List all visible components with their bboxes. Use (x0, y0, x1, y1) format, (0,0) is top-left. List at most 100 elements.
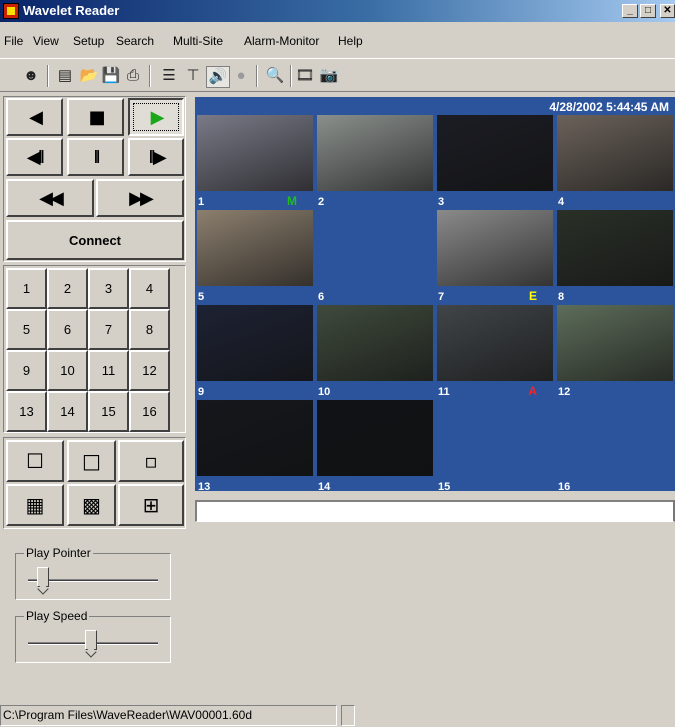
camera-number: 2 (318, 196, 325, 208)
camera-cell-2[interactable]: 2 (315, 113, 435, 210)
single-medium-view-button[interactable]: □ (67, 440, 116, 482)
camera-number: 16 (558, 481, 571, 493)
camera-cell-13[interactable]: 13 (195, 398, 315, 495)
grid-9-view-button[interactable]: ▩ (67, 484, 116, 526)
play-pointer-slider[interactable] (37, 567, 50, 587)
channel-button-1[interactable]: 1 (6, 268, 47, 309)
grid-16-view-button[interactable]: ▦ (6, 484, 64, 526)
channel-button-14[interactable]: 14 (47, 391, 88, 432)
camera-icon[interactable]: 📷 (318, 66, 340, 86)
camera-cell-15[interactable]: 15 (435, 398, 555, 495)
filter-icon[interactable]: ⊤ (182, 66, 204, 86)
camera-feed-12 (557, 305, 673, 381)
connect-icon[interactable]: ☻ (20, 66, 42, 86)
camera-cell-7[interactable]: 7E (435, 208, 555, 305)
channel-button-13[interactable]: 13 (6, 391, 47, 432)
camera-cell-3[interactable]: 3 (435, 113, 555, 210)
camera-feed-3 (437, 115, 553, 191)
camera-cell-12[interactable]: 12 (555, 303, 675, 400)
maximize-button[interactable]: □ (640, 4, 656, 18)
single-large-view-icon: ☐ (26, 449, 44, 473)
channel-button-6[interactable]: 6 (47, 309, 88, 350)
camera-cell-4[interactable]: 4 (555, 113, 675, 210)
channel-button-9[interactable]: 9 (6, 350, 47, 391)
step-back-button[interactable]: ◀II (6, 138, 63, 176)
channel-button-7[interactable]: 7 (88, 309, 129, 350)
stop-button[interactable]: ■ (67, 98, 124, 136)
channel-button-12[interactable]: 12 (129, 350, 170, 391)
audio-icon[interactable]: 🔊 (206, 66, 230, 88)
status-file-path: C:\Program Files\WaveReader\WAV00001.60d (0, 705, 337, 726)
camera-cell-8[interactable]: 8 (555, 208, 675, 305)
grid-4-view-icon: ⊞ (142, 493, 160, 517)
step-forward-button[interactable]: II▶ (128, 138, 184, 176)
channel-button-16[interactable]: 16 (129, 391, 170, 432)
stop-icon: ■ (88, 106, 105, 128)
print-icon[interactable]: ⎙ (122, 66, 144, 86)
channel-button-10[interactable]: 10 (47, 350, 88, 391)
channel-button-3[interactable]: 3 (88, 268, 129, 309)
minimize-button[interactable]: _ (622, 4, 638, 18)
camera-cell-9[interactable]: 9 (195, 303, 315, 400)
menu-search[interactable]: Search (116, 34, 154, 48)
prev-icon: ◀ (29, 106, 43, 128)
search-globe-icon[interactable]: 🔍 (264, 66, 286, 86)
play-button[interactable]: ▶ (128, 98, 184, 136)
fast-forward-button[interactable]: ▶▶ (96, 179, 184, 217)
menu-multi-site[interactable]: Multi-Site (173, 34, 223, 48)
camera-feed-7 (437, 210, 553, 286)
grid-9-view-icon: ▩ (82, 493, 101, 517)
connect-button[interactable]: Connect (6, 220, 184, 260)
menu-setup[interactable]: Setup (73, 34, 104, 48)
notepad-icon[interactable]: ▤ (54, 66, 76, 86)
camera-feed-11 (437, 305, 553, 381)
play-pointer-label: Play Pointer (24, 546, 93, 560)
rewind-button[interactable]: ◀◀ (6, 179, 94, 217)
single-small-view-icon: ▫ (144, 449, 158, 473)
open-folder-icon[interactable]: 📂 (78, 66, 100, 86)
menu-help[interactable]: Help (338, 34, 363, 48)
camera-feed-5 (197, 210, 313, 286)
single-small-view-button[interactable]: ▫ (118, 440, 184, 482)
info-input[interactable] (195, 500, 675, 522)
single-large-view-button[interactable]: ☐ (6, 440, 64, 482)
menu-view[interactable]: View (33, 34, 59, 48)
play-speed-group: Play Speed (15, 609, 171, 663)
camera-number: 9 (198, 386, 205, 398)
camera-feed-8 (557, 210, 673, 286)
channel-button-11[interactable]: 11 (88, 350, 129, 391)
save-icon[interactable]: 💾 (100, 66, 122, 86)
camera-number: 7 (438, 291, 445, 303)
camera-cell-16[interactable]: 16 (555, 398, 675, 495)
close-button[interactable]: ✕ (660, 4, 675, 18)
pause-button[interactable]: II (67, 138, 124, 176)
prev-button[interactable]: ◀ (6, 98, 63, 136)
camera-feed-13 (197, 400, 313, 476)
video-grid: 4/28/2002 5:44:45 AM 1 M 2 3 4 5 6 7 E 8 9 10 11 A 12 1… (195, 97, 675, 493)
grid-4-view-button[interactable]: ⊞ (118, 484, 184, 526)
sequence-icon[interactable]: ☰ (158, 66, 180, 86)
toolbar-separator (290, 65, 292, 87)
channel-button-5[interactable]: 5 (6, 309, 47, 350)
film-icon[interactable]: 🎞 (294, 66, 316, 86)
play-speed-slider[interactable] (84, 630, 97, 650)
menu-file[interactable]: File (4, 34, 23, 48)
camera-cell-10[interactable]: 10 (315, 303, 435, 400)
camera-cell-1[interactable]: 1M (195, 113, 315, 210)
record-icon[interactable]: ● (230, 66, 252, 86)
single-medium-view-icon: □ (82, 449, 101, 473)
camera-number: 12 (558, 386, 571, 398)
channel-button-2[interactable]: 2 (47, 268, 88, 309)
title-bar[interactable]: Wavelet Reader _ □ ✕ (0, 0, 675, 22)
menu-alarm-monitor[interactable]: Alarm-Monitor (244, 34, 319, 48)
camera-cell-11[interactable]: 11 A (435, 303, 555, 400)
camera-cell-6[interactable]: 6 (315, 208, 435, 305)
channel-button-15[interactable]: 15 (88, 391, 129, 432)
camera-number: 10 (318, 386, 331, 398)
camera-cell-5[interactable]: 5 (195, 208, 315, 305)
channel-button-8[interactable]: 8 (129, 309, 170, 350)
toolbar-separator (47, 65, 49, 87)
camera-cell-14[interactable]: 14 (315, 398, 435, 495)
channel-button-4[interactable]: 4 (129, 268, 170, 309)
toolbar-separator (149, 65, 151, 87)
